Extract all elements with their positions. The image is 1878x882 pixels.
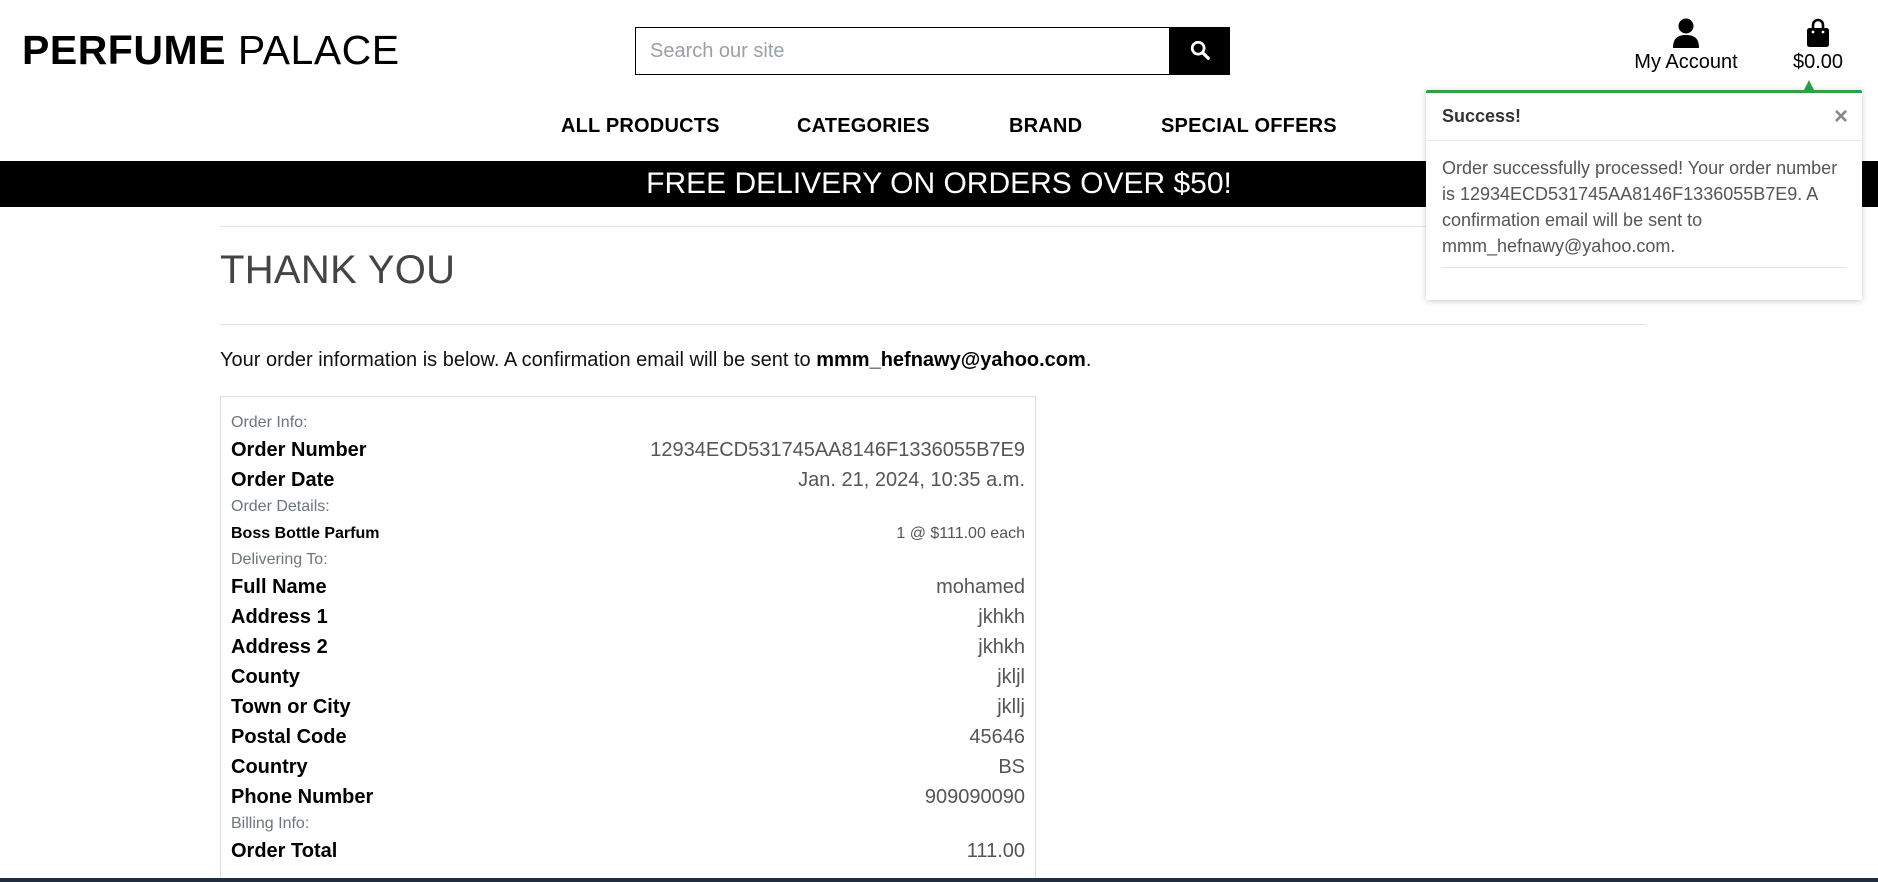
section-label-delivering-to: Delivering To: [231, 551, 328, 568]
order-summary-card: Order Info: Order Number 12934ECD531745A… [220, 396, 1036, 882]
intro-suffix: . [1085, 349, 1092, 371]
nav-item-special-offers[interactable]: SPECIAL OFFERS [1161, 113, 1337, 139]
intro-text: Your order information is below. A confi… [220, 349, 817, 371]
search-form [635, 27, 1230, 75]
postal-code-row: Postal Code 45646 [231, 722, 1025, 752]
order-date-row: Order Date Jan. 21, 2024, 10:35 a.m. [231, 465, 1025, 495]
toast-body: Order successfully processed! Your order… [1426, 141, 1862, 268]
cart-link[interactable]: $0.00 [1782, 18, 1854, 74]
address1-row: Address 1 jkhkh [231, 602, 1025, 632]
county-label: County [231, 665, 300, 688]
address2-value: jkhkh [978, 635, 1025, 658]
toast-header: Success! × [1426, 93, 1862, 141]
county-row: County jkljl [231, 662, 1025, 692]
nav-item-all-products[interactable]: ALL PRODUCTS [561, 113, 720, 139]
toast-title: Success! [1442, 106, 1522, 126]
site-logo[interactable]: PERFUME PALACE [22, 26, 400, 74]
order-total-label: Order Total [231, 839, 338, 862]
phone-row: Phone Number 909090090 [231, 782, 1025, 812]
phone-value: 909090090 [924, 785, 1025, 808]
postal-code-label: Postal Code [231, 725, 347, 748]
nav-item-brand[interactable]: BRAND [1009, 113, 1082, 139]
full-name-row: Full Name mohamed [231, 572, 1025, 602]
page-title: THANK YOU [220, 248, 456, 292]
bottom-edge [0, 878, 1878, 882]
town-value: jkllj [997, 695, 1025, 718]
success-toast: Success! × Order successfully processed!… [1426, 90, 1862, 300]
address2-row: Address 2 jkhkh [231, 632, 1025, 662]
search-input[interactable] [635, 27, 1169, 75]
logo-bold: PERFUME [22, 27, 226, 73]
county-value: jkljl [997, 665, 1025, 688]
logo-light: PALACE [237, 27, 400, 73]
order-date-value: Jan. 21, 2024, 10:35 a.m. [798, 468, 1025, 491]
phone-label: Phone Number [231, 785, 374, 808]
my-account-label: My Account [1634, 51, 1738, 73]
full-name-value: mohamed [936, 575, 1025, 598]
address1-label: Address 1 [231, 605, 328, 628]
country-row: Country BS [231, 752, 1025, 782]
search-button[interactable] [1169, 27, 1230, 75]
section-label-order-info: Order Info: [231, 414, 308, 431]
address2-label: Address 2 [231, 635, 328, 658]
full-name-label: Full Name [231, 575, 327, 598]
intro-email: mmm_hefnawy@yahoo.com [816, 349, 1086, 371]
shopping-bag-icon [1782, 18, 1854, 48]
section-label-order-details: Order Details: [231, 498, 330, 515]
toast-arrow [1804, 80, 1814, 90]
order-item-qty: 1 @ $111.00 each [896, 524, 1025, 542]
order-intro: Your order information is below. A confi… [220, 349, 1091, 372]
section-label-billing-info: Billing Info: [231, 815, 310, 832]
order-number-value: 12934ECD531745AA8146F1336055B7E9 [650, 438, 1025, 461]
country-label: Country [231, 755, 308, 778]
town-label: Town or City [231, 695, 351, 718]
town-row: Town or City jkllj [231, 692, 1025, 722]
my-account-link[interactable]: My Account [1630, 18, 1742, 74]
divider [220, 324, 1646, 325]
order-number-row: Order Number 12934ECD531745AA8146F133605… [231, 435, 1025, 465]
postal-code-value: 45646 [969, 725, 1025, 748]
search-icon [1189, 39, 1211, 64]
order-total-row: Order Total 111.00 [231, 836, 1025, 866]
order-item-row: Boss Bottle Parfum 1 @ $111.00 each [231, 519, 1025, 548]
address1-value: jkhkh [978, 605, 1025, 628]
close-icon[interactable]: × [1834, 104, 1848, 129]
cart-total: $0.00 [1792, 51, 1844, 73]
order-number-label: Order Number [231, 438, 367, 461]
user-icon [1630, 18, 1742, 48]
nav-item-categories[interactable]: CATEGORIES [797, 113, 930, 139]
order-total-value: 111.00 [966, 839, 1025, 862]
order-item-name: Boss Bottle Parfum [231, 524, 380, 542]
toast-message: Order successfully processed! Your order… [1442, 155, 1846, 268]
country-value: BS [998, 755, 1025, 778]
order-date-label: Order Date [231, 468, 335, 491]
